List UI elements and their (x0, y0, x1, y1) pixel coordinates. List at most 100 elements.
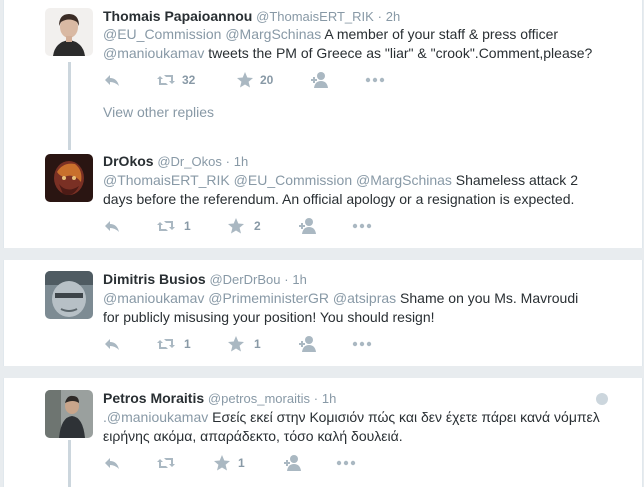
retweet-button[interactable]: 1 (156, 217, 191, 235)
reply-icon (105, 75, 119, 86)
follow-icon (284, 455, 301, 471)
mentions[interactable]: @manioukamav @PrimeministerGR @atsipras (103, 290, 396, 306)
reply-icon (105, 458, 119, 469)
follow-button[interactable] (298, 217, 318, 235)
text-segment: A member of your staff & press officer (321, 26, 559, 42)
retweet-icon (157, 339, 175, 349)
retweet-count: 1 (184, 337, 191, 351)
more-button[interactable] (352, 217, 372, 235)
reply-button[interactable] (103, 335, 121, 353)
text-segment: Shameless attack 2 (451, 172, 578, 188)
separator-dot: · (313, 391, 319, 406)
reply-button[interactable] (103, 217, 121, 235)
globe-icon[interactable] (596, 393, 608, 405)
author-handle[interactable]: @DerDrBou (209, 272, 280, 287)
tweet-1[interactable]: Thomais Papaioannou @ThomaisERT_RIK · 2h… (4, 0, 642, 130)
avatar-photo-art (45, 154, 93, 202)
retweet-count: 32 (182, 73, 196, 87)
follow-icon (299, 336, 316, 352)
tweet-2[interactable]: DrOkos @Dr_Okos · 1h @ThomaisERT_RIK @EU… (4, 145, 642, 248)
avatar[interactable] (45, 8, 93, 56)
more-dots-icon (352, 223, 372, 229)
more-dots-icon (352, 341, 372, 347)
tweet-header: Petros Moraitis @petros_moraitis · 1h (103, 389, 336, 408)
text-segment: Εσείς εκεί στην Κομισιόν πώς και δεν έχε… (208, 409, 600, 425)
follow-button[interactable] (283, 454, 303, 472)
like-count: 20 (260, 73, 274, 87)
text-segment: ειρήνης ακόμα, απαράδεκτο, τόσο καλή δου… (103, 428, 403, 444)
tweet-3[interactable]: Dimitris Busios @DerDrBou · 1h @maniouka… (4, 260, 642, 366)
mentions[interactable]: @ThomaisERT_RIK @EU_Commission @MargSchi… (103, 172, 452, 188)
star-icon (228, 336, 244, 352)
reply-button[interactable] (103, 454, 121, 472)
mentions[interactable]: @EU_Commission @MargSchinas (103, 26, 321, 42)
follow-icon (311, 72, 328, 88)
tweet-text: @EU_Commission @MargSchinas A member of … (103, 25, 623, 63)
retweet-count: 1 (184, 219, 191, 233)
reply-icon (105, 221, 119, 232)
follow-button[interactable] (310, 71, 330, 89)
star-icon (214, 455, 230, 471)
more-button[interactable] (352, 335, 372, 353)
tweet-header: Dimitris Busios @DerDrBou · 1h (103, 270, 307, 289)
avatar-photo-woman (45, 8, 93, 56)
tweet-header: DrOkos @Dr_Okos · 1h (103, 152, 248, 171)
author-name[interactable]: Dimitris Busios (103, 271, 206, 287)
more-button[interactable] (336, 454, 356, 472)
timestamp[interactable]: 1h (292, 272, 306, 287)
conversation-card-3: Petros Moraitis @petros_moraitis · 1h .@… (3, 378, 643, 487)
retweet-icon (157, 221, 175, 231)
more-button[interactable] (365, 71, 385, 89)
timestamp[interactable]: 1h (322, 391, 336, 406)
star-icon (228, 218, 244, 234)
like-count: 1 (254, 337, 261, 351)
tweet-text: @manioukamav @PrimeministerGR @atsipras … (103, 289, 623, 327)
author-handle[interactable]: @Dr_Okos (157, 154, 222, 169)
follow-button[interactable] (298, 335, 318, 353)
more-dots-icon (365, 77, 385, 83)
text-segment: tweets the PM of Greece as "liar" & "cro… (204, 45, 593, 61)
avatar-photo-man (45, 390, 93, 438)
reply-icon (105, 339, 119, 350)
avatar[interactable] (45, 390, 93, 438)
view-other-replies-link[interactable]: View other replies (103, 104, 214, 120)
conversation-card-1: Thomais Papaioannou @ThomaisERT_RIK · 2h… (3, 0, 643, 248)
mentions[interactable]: @manioukamav (107, 409, 208, 425)
avatar[interactable] (45, 154, 93, 202)
retweet-button[interactable]: 32 (156, 71, 195, 89)
conversation-page: Thomais Papaioannou @ThomaisERT_RIK · 2h… (0, 0, 644, 487)
tweet-4[interactable]: Petros Moraitis @petros_moraitis · 1h .@… (4, 378, 642, 487)
retweet-icon (157, 75, 175, 85)
author-handle[interactable]: @ThomaisERT_RIK (256, 9, 374, 24)
like-count: 1 (238, 456, 245, 470)
tweet-text: .@manioukamav Εσείς εκεί στην Κομισιόν π… (103, 408, 623, 446)
author-name[interactable]: Petros Moraitis (103, 390, 204, 406)
tweet-header: Thomais Papaioannou @ThomaisERT_RIK · 2h (103, 7, 400, 26)
like-button[interactable]: 1 (227, 335, 261, 353)
conversation-card-2: Dimitris Busios @DerDrBou · 1h @maniouka… (3, 260, 643, 366)
avatar-photo-face (45, 271, 93, 319)
separator-dot: · (284, 272, 289, 287)
more-dots-icon (336, 460, 356, 466)
retweet-button[interactable]: 1 (156, 335, 191, 353)
like-button[interactable]: 20 (236, 71, 273, 89)
tweet-text: @ThomaisERT_RIK @EU_Commission @MargSchi… (103, 171, 623, 209)
retweet-icon (157, 458, 175, 468)
timestamp[interactable]: 2h (386, 9, 400, 24)
reply-button[interactable] (103, 71, 121, 89)
avatar[interactable] (45, 271, 93, 319)
like-count: 2 (254, 219, 261, 233)
separator-dot: · (225, 154, 230, 169)
mention[interactable]: @manioukamav (103, 45, 204, 61)
author-name[interactable]: Thomais Papaioannou (103, 8, 252, 24)
like-button[interactable]: 1 (213, 454, 245, 472)
author-name[interactable]: DrOkos (103, 153, 154, 169)
retweet-button[interactable] (156, 454, 176, 472)
like-button[interactable]: 2 (227, 217, 261, 235)
text-segment: days before the referendum. An official … (103, 191, 575, 207)
text-segment: Shame on you Ms. Mavroudi (396, 290, 579, 306)
timestamp[interactable]: 1h (234, 154, 248, 169)
star-icon (237, 72, 253, 88)
author-handle[interactable]: @petros_moraitis (208, 391, 310, 406)
text-segment: for publicly misusing your position! You… (103, 309, 435, 325)
